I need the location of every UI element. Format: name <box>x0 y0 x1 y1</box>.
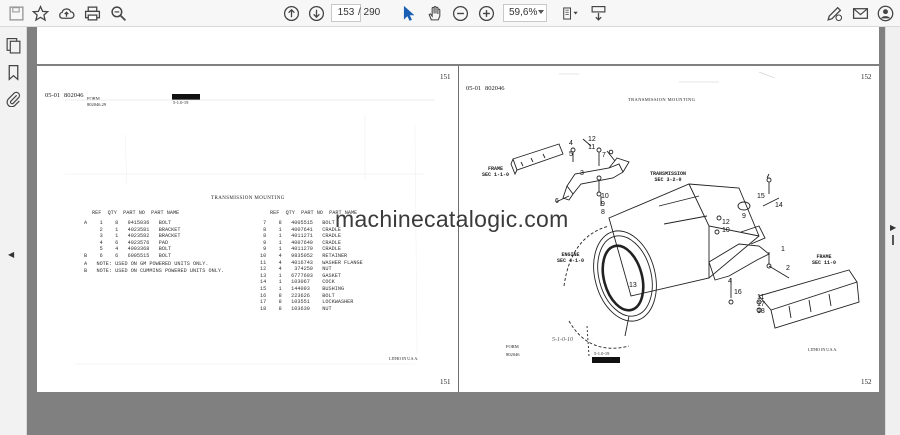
callout-18: 18 <box>757 308 765 315</box>
bookmark-icon[interactable] <box>5 64 22 81</box>
left-table-header-1: REF QTY PART NO PART NAME <box>92 210 180 216</box>
callout-6: 6 <box>555 198 559 205</box>
watermark-text: machinecatalogic.com <box>335 206 569 232</box>
callout-17: 17 <box>757 301 765 308</box>
callout-11: 11 <box>588 144 596 151</box>
vertical-scrollbar[interactable]: ▶ <box>885 27 900 435</box>
zoom-in-icon[interactable] <box>476 4 496 23</box>
callout-14: 14 <box>775 202 783 209</box>
left-navigation-rail: ◀ <box>0 27 27 435</box>
label-transmission: TRANSMISSION SEC 3-2-0 <box>650 171 687 183</box>
left-notes: A NOTE: USED ON GM POWERED UNITS ONLY. B… <box>84 261 225 274</box>
callout-12: 12 <box>588 136 596 143</box>
right-handwritten-note: 5-1-0-10 <box>552 337 573 343</box>
callout-11b: 11 <box>757 294 765 301</box>
callout-9b: 9 <box>742 213 746 220</box>
left-ref-code: 05-01 <box>45 92 61 99</box>
left-parts-table-1: A 1 8 9415036 BOLT 2 1 4023581 BRACKET 3… <box>84 220 181 259</box>
zoom-out-icon[interactable] <box>450 4 470 23</box>
callout-16: 16 <box>734 289 742 296</box>
previous-page-spread <box>37 27 879 64</box>
attachment-icon[interactable] <box>5 90 22 108</box>
callout-2: 2 <box>786 265 790 272</box>
print-icon[interactable] <box>82 4 102 23</box>
callout-1: 1 <box>781 246 785 253</box>
label-engine: ENGINE SEC 4-1-0 <box>557 252 585 264</box>
sign-pen-icon[interactable] <box>824 4 844 23</box>
bookmark-star-icon[interactable] <box>30 4 50 23</box>
zoom-search-icon[interactable] <box>108 4 128 23</box>
page-number-input[interactable]: 153 <box>331 4 361 22</box>
select-cursor-icon[interactable] <box>398 4 418 23</box>
mail-icon[interactable] <box>850 4 870 23</box>
callout-4b: 4 <box>728 278 732 285</box>
upload-cloud-icon[interactable] <box>56 4 76 23</box>
expand-panel-arrow-icon[interactable]: ◀ <box>8 250 14 259</box>
right-redaction-bar <box>592 357 620 363</box>
right-form-label: FORM <box>506 344 519 349</box>
callout-3: 3 <box>580 170 584 177</box>
callout-8: 8 <box>601 209 605 216</box>
page-thumbnails-icon[interactable] <box>5 37 22 54</box>
left-parts-table-2: 7 8 4005515 BOLT 8 1 4007641 CRADLE 8 1 … <box>260 220 363 312</box>
callout-9: 9 <box>601 201 605 208</box>
page-fit-icon[interactable] <box>558 4 582 23</box>
callout-13: 13 <box>629 282 637 289</box>
callout-10: 10 <box>601 193 609 200</box>
label-frame-left: FRAME SEC 1-1-0 <box>482 166 510 178</box>
right-litho: LITHO IN U.S.A. <box>808 347 838 352</box>
left-page-number-top: 151 <box>440 73 451 81</box>
left-section-title: TRANSMISSION MOUNTING <box>211 196 285 201</box>
callout-12b: 12 <box>722 219 730 226</box>
save-icon[interactable] <box>6 4 26 23</box>
scroll-thumb[interactable] <box>890 232 896 245</box>
callout-10b: 10 <box>722 227 730 234</box>
label-frame-right: FRAME SEC 11-0 <box>812 254 837 266</box>
left-page-number-bottom: 151 <box>440 378 451 386</box>
callout-4: 4 <box>569 140 573 147</box>
page-down-icon[interactable] <box>306 4 326 23</box>
page-up-icon[interactable] <box>281 4 301 23</box>
main-toolbar: 153 / 290 59,6% <box>0 0 900 27</box>
chevron-down-icon[interactable] <box>538 10 544 14</box>
left-litho: LITHO IN U.S.A. <box>389 356 419 361</box>
scroll-mode-icon[interactable] <box>588 4 608 23</box>
account-icon[interactable] <box>875 4 895 23</box>
right-page-number-bottom: 152 <box>861 378 872 386</box>
callout-7: 7 <box>602 152 606 159</box>
collapse-panel-arrow-icon[interactable]: ▶ <box>890 223 896 232</box>
right-stamp: 5-1.0-19 <box>594 351 610 356</box>
page-total-label: / 290 <box>358 7 381 18</box>
callout-15: 15 <box>757 193 765 200</box>
callout-5: 5 <box>569 151 573 158</box>
hand-tool-icon[interactable] <box>424 4 444 23</box>
right-form-number: 802046 <box>506 352 520 357</box>
